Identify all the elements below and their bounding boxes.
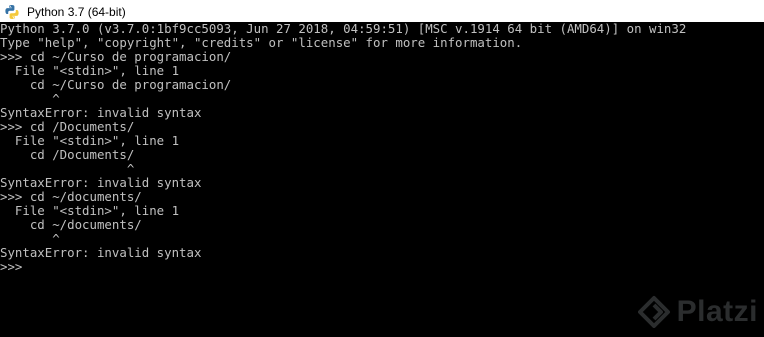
watermark-text: Platzi — [676, 295, 758, 328]
console-line: ^ — [0, 232, 60, 246]
console-line: SyntaxError: invalid syntax — [0, 176, 202, 190]
console-line: >>> cd /Documents/ — [0, 120, 135, 134]
console-line: ^ — [0, 92, 60, 106]
console-line: cd /Documents/ — [0, 148, 135, 162]
console-line: ^ — [0, 162, 135, 176]
platzi-logo-icon — [637, 295, 671, 329]
console-line: >>> cd ~/Curso de programacion/ — [0, 50, 232, 64]
window-title: Python 3.7 (64-bit) — [27, 5, 126, 19]
console-line: Python 3.7.0 (v3.7.0:1bf9cc5093, Jun 27 … — [0, 22, 687, 36]
console-line: File "<stdin>", line 1 — [0, 64, 180, 78]
title-bar[interactable]: Python 3.7 (64-bit) — [0, 0, 764, 24]
console-line: cd ~/Curso de programacion/ — [0, 78, 232, 92]
console-line: Type "help", "copyright", "credits" or "… — [0, 36, 523, 50]
console-line: >>> cd ~/documents/ — [0, 190, 142, 204]
python-console-window: Python 3.7 (64-bit) Python 3.7.0 (v3.7.0… — [0, 0, 764, 337]
console-line: cd ~/documents/ — [0, 218, 142, 232]
platzi-watermark: Platzi — [637, 295, 758, 329]
python-icon — [4, 4, 20, 20]
console-line: >>> — [0, 260, 23, 274]
console-line: File "<stdin>", line 1 — [0, 134, 180, 148]
console-line: SyntaxError: invalid syntax — [0, 106, 202, 120]
console-output[interactable]: Python 3.7.0 (v3.7.0:1bf9cc5093, Jun 27 … — [0, 22, 764, 337]
console-line: File "<stdin>", line 1 — [0, 204, 180, 218]
console-line: SyntaxError: invalid syntax — [0, 246, 202, 260]
